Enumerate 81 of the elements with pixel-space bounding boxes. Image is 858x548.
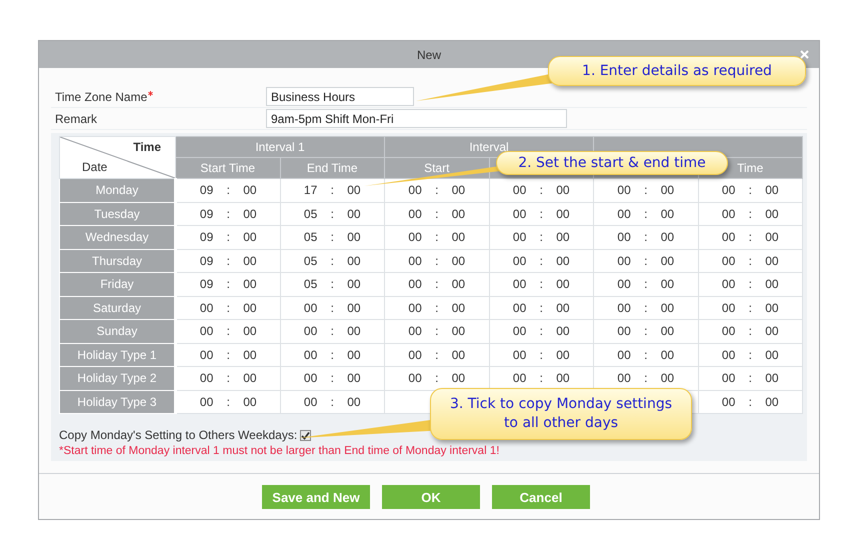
time-cell[interactable]: 00 : 00 bbox=[176, 366, 280, 390]
header-cell: Interval 1 bbox=[176, 136, 384, 158]
time-cell[interactable]: 05 : 00 bbox=[280, 226, 384, 249]
day-cell: Friday bbox=[60, 272, 176, 296]
time-cell[interactable]: 00 : 00 bbox=[280, 343, 384, 366]
time-cell[interactable]: 00 : 00 bbox=[698, 272, 802, 296]
time-cell[interactable]: 00 : 00 bbox=[176, 296, 280, 320]
time-cell[interactable]: 00 : 00 bbox=[594, 178, 698, 202]
time-cell[interactable]: 00 : 00 bbox=[489, 178, 594, 202]
time-cell[interactable]: 00 : 00 bbox=[489, 249, 594, 272]
time-cell[interactable]: 00 : 00 bbox=[176, 320, 280, 343]
header-cell: End Time bbox=[280, 158, 384, 178]
time-cell[interactable]: 00 : 00 bbox=[280, 320, 384, 343]
time-cell[interactable]: 00 : 00 bbox=[698, 226, 802, 249]
time-cell[interactable]: 00 : 00 bbox=[280, 390, 384, 414]
time-cell[interactable]: 00 : 00 bbox=[280, 366, 384, 390]
header-label: Date bbox=[82, 160, 108, 174]
time-cell[interactable]: 00 : 00 bbox=[698, 249, 802, 272]
time-cell[interactable]: 09 : 00 bbox=[176, 178, 280, 202]
day-cell: Thursday bbox=[60, 249, 176, 272]
time-cell[interactable]: 00 : 00 bbox=[489, 272, 594, 296]
time-cell[interactable]: 00 : 00 bbox=[384, 226, 489, 249]
field-label: Remark bbox=[55, 112, 98, 126]
time-cell[interactable]: 00 : 00 bbox=[594, 249, 698, 272]
window-title: New bbox=[416, 48, 441, 62]
callout: 2. Set the start & end time bbox=[496, 151, 728, 175]
time-cell[interactable]: 00 : 00 bbox=[594, 272, 698, 296]
time-cell[interactable]: 05 : 00 bbox=[280, 249, 384, 272]
text-field[interactable]: 9am-5pm Shift Mon-Fri bbox=[266, 109, 567, 128]
header-cell: Start Time bbox=[176, 158, 280, 178]
time-cell[interactable]: 00 : 00 bbox=[698, 296, 802, 320]
time-cell[interactable]: 00 : 00 bbox=[594, 226, 698, 249]
time-cell[interactable]: 09 : 00 bbox=[176, 249, 280, 272]
day-cell: Saturday bbox=[60, 296, 176, 320]
time-cell[interactable]: 00 : 00 bbox=[698, 320, 802, 343]
day-cell: Monday bbox=[60, 178, 176, 202]
time-cell[interactable]: 00 : 00 bbox=[698, 390, 802, 414]
time-cell[interactable]: 00 : 00 bbox=[280, 296, 384, 320]
time-cell[interactable]: 00 : 00 bbox=[594, 296, 698, 320]
day-cell: Holiday Type 2 bbox=[60, 366, 176, 390]
time-cell[interactable]: 00 : 00 bbox=[698, 366, 802, 390]
time-cell[interactable]: 00 : 00 bbox=[384, 249, 489, 272]
day-cell: Wednesday bbox=[60, 226, 176, 249]
text-field[interactable]: Business Hours bbox=[266, 87, 414, 106]
time-cell[interactable]: 00 : 00 bbox=[176, 343, 280, 366]
field-label: Time Zone Name bbox=[55, 90, 148, 104]
time-cell[interactable]: 00 : 00 bbox=[489, 202, 594, 226]
day-cell: Holiday Type 3 bbox=[60, 390, 176, 414]
time-cell[interactable]: 00 : 00 bbox=[384, 202, 489, 226]
error-message: *Start time of Monday interval 1 must not be larger than End time of Monday interval 1! bbox=[59, 445, 500, 457]
time-cell[interactable]: 09 : 00 bbox=[176, 202, 280, 226]
time-cell[interactable]: 00 : 00 bbox=[594, 202, 698, 226]
callout: 3. Tick to copy Monday settings to all other days bbox=[430, 388, 692, 440]
time-cell[interactable]: 00 : 00 bbox=[176, 390, 280, 414]
time-cell[interactable]: 00 : 00 bbox=[594, 320, 698, 343]
time-cell[interactable]: 00 : 00 bbox=[384, 320, 489, 343]
time-cell[interactable]: 00 : 00 bbox=[698, 343, 802, 366]
time-cell[interactable]: 17 : 00 bbox=[280, 178, 384, 202]
time-cell[interactable]: 05 : 00 bbox=[280, 272, 384, 296]
time-cell[interactable]: 09 : 00 bbox=[176, 226, 280, 249]
callout: 1. Enter details as required bbox=[548, 56, 806, 86]
day-cell: Holiday Type 1 bbox=[60, 343, 176, 366]
time-cell[interactable]: 00 : 00 bbox=[384, 366, 489, 390]
time-cell[interactable]: 09 : 00 bbox=[176, 272, 280, 296]
time-cell[interactable]: 00 : 00 bbox=[384, 178, 489, 202]
checkbox[interactable] bbox=[300, 430, 312, 440]
time-cell[interactable]: 05 : 00 bbox=[280, 202, 384, 226]
day-cell: Sunday bbox=[60, 320, 176, 343]
time-cell[interactable]: 00 : 00 bbox=[489, 320, 594, 343]
time-cell[interactable]: 00 : 00 bbox=[489, 343, 594, 366]
time-cell[interactable]: 00 : 00 bbox=[698, 178, 802, 202]
time-cell[interactable]: 00 : 00 bbox=[489, 226, 594, 249]
time-cell[interactable]: 00 : 00 bbox=[384, 343, 489, 366]
day-cell: Tuesday bbox=[60, 202, 176, 226]
checkbox-label: Copy Monday's Setting to Others Weekdays: bbox=[59, 428, 298, 442]
time-cell[interactable]: 00 : 00 bbox=[698, 202, 802, 226]
time-cell[interactable]: 00 : 00 bbox=[384, 296, 489, 320]
time-cell[interactable]: 00 : 00 bbox=[489, 296, 594, 320]
time-cell[interactable]: 00 : 00 bbox=[594, 343, 698, 366]
header-label: Time bbox=[133, 140, 161, 154]
time-cell[interactable]: 00 : 00 bbox=[384, 272, 489, 296]
